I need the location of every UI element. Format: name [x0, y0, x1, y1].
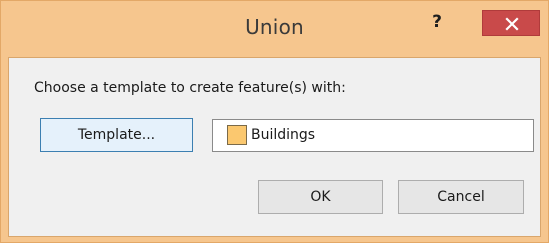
template-field[interactable]: Buildings	[212, 119, 534, 152]
template-button[interactable]: Template...	[40, 118, 193, 152]
close-icon	[505, 17, 519, 31]
cancel-button[interactable]: Cancel	[398, 180, 524, 214]
ok-button[interactable]: OK	[258, 180, 383, 214]
template-field-value: Buildings	[251, 127, 316, 143]
dialog-title: Union	[245, 15, 304, 39]
title-bar[interactable]: Union ?	[1, 1, 548, 57]
polygon-symbol-swatch	[227, 125, 247, 145]
close-button[interactable]	[482, 10, 540, 36]
help-button[interactable]: ?	[421, 11, 453, 37]
template-prompt: Choose a template to create feature(s) w…	[34, 80, 346, 96]
